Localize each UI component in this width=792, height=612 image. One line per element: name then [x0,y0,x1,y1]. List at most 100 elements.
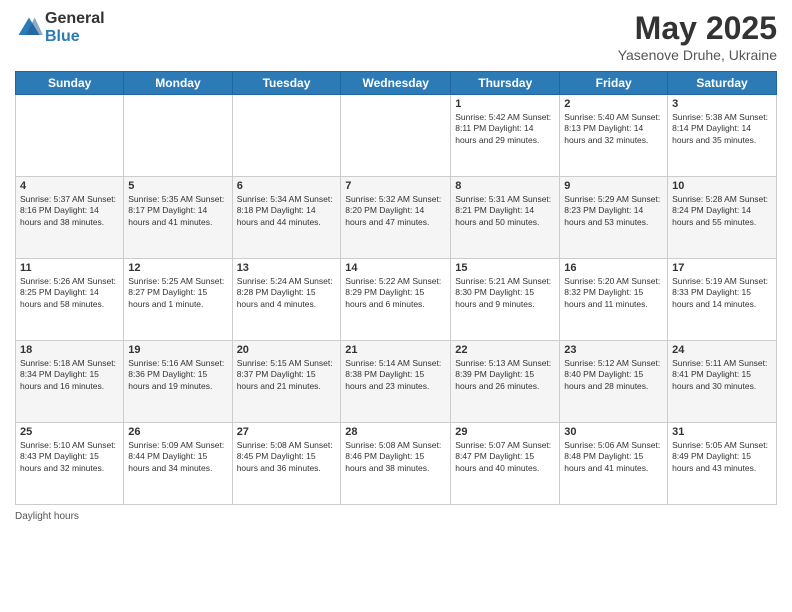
day-info: Sunrise: 5:19 AM Sunset: 8:33 PM Dayligh… [672,276,772,310]
day-info: Sunrise: 5:06 AM Sunset: 8:48 PM Dayligh… [564,440,663,474]
col-saturday: Saturday [668,72,777,95]
day-number: 16 [564,262,663,274]
title-block: May 2025 Yasenove Druhe, Ukraine [618,10,777,63]
day-number: 20 [237,344,337,356]
logo-icon [15,14,43,42]
calendar-cell: 19Sunrise: 5:16 AM Sunset: 8:36 PM Dayli… [124,341,232,423]
calendar-cell: 8 Sunrise: 5:31 AM Sunset: 8:21 PM Daylig… [451,177,560,259]
calendar-cell: 11Sunrise: 5:26 AM Sunset: 8:25 PM Dayli… [16,259,124,341]
day-number: 30 [564,426,663,438]
logo: General Blue [15,10,105,46]
day-info: Sunrise: 5:26 AM Sunset: 8:25 PM Dayligh… [20,276,119,310]
col-wednesday: Wednesday [341,72,451,95]
calendar-cell: 28Sunrise: 5:08 AM Sunset: 8:46 PM Dayli… [341,423,451,505]
day-info: Sunrise: 5:32 AM Sunset: 8:20 PM Dayligh… [345,194,446,228]
calendar-cell: 9Sunrise: 5:29 AM Sunset: 8:23 PM Daylig… [560,177,668,259]
calendar-cell: 14 Sunrise: 5:22 AM Sunset: 8:29 PM Dayli… [341,259,451,341]
day-info: Sunrise: 5:38 AM Sunset: 8:14 PM Dayligh… [672,112,772,146]
calendar-cell [341,95,451,177]
calendar-cell: 7Sunrise: 5:32 AM Sunset: 8:20 PM Daylig… [341,177,451,259]
calendar-cell: 18Sunrise: 5:18 AM Sunset: 8:34 PM Dayli… [16,341,124,423]
day-info: Sunrise: 5:12 AM Sunset: 8:40 PM Dayligh… [564,358,663,392]
day-number: 25 [20,426,119,438]
calendar-cell: 29 Sunrise: 5:07 AM Sunset: 8:47 PM Dayli… [451,423,560,505]
calendar-cell: 30 Sunrise: 5:06 AM Sunset: 8:48 PM Dayli… [560,423,668,505]
calendar-week-3: 11Sunrise: 5:26 AM Sunset: 8:25 PM Dayli… [16,259,777,341]
day-number: 5 [128,180,227,192]
day-info: Sunrise: 5:21 AM Sunset: 8:30 PM Dayligh… [455,276,555,310]
day-number: 12 [128,262,227,274]
logo-blue: Blue [45,28,105,46]
day-number: 29 [455,426,555,438]
calendar-cell: 13 Sunrise: 5:24 AM Sunset: 8:28 PM Dayli… [232,259,341,341]
calendar-cell: 21 Sunrise: 5:14 AM Sunset: 8:38 PM Dayli… [341,341,451,423]
day-info: Sunrise: 5:29 AM Sunset: 8:23 PM Dayligh… [564,194,663,228]
day-info: Sunrise: 5:31 AM Sunset: 8:21 PM Dayligh… [455,194,555,228]
day-info: Sunrise: 5:42 AM Sunset: 8:11 PM Dayligh… [455,112,555,146]
day-info: Sunrise: 5:16 AM Sunset: 8:36 PM Dayligh… [128,358,227,392]
day-info: Sunrise: 5:05 AM Sunset: 8:49 PM Dayligh… [672,440,772,474]
day-number: 8 [455,180,555,192]
calendar-week-1: 1 Sunrise: 5:42 AM Sunset: 8:11 PM Daylig… [16,95,777,177]
day-number: 26 [128,426,227,438]
calendar-cell: 12 Sunrise: 5:25 AM Sunset: 8:27 PM Dayli… [124,259,232,341]
calendar-cell: 25 Sunrise: 5:10 AM Sunset: 8:43 PM Dayli… [16,423,124,505]
calendar-cell: 10 Sunrise: 5:28 AM Sunset: 8:24 PM Dayli… [668,177,777,259]
col-sunday: Sunday [16,72,124,95]
day-number: 28 [345,426,446,438]
logo-general: General [45,10,105,28]
calendar-week-2: 4 Sunrise: 5:37 AM Sunset: 8:16 PM Daylig… [16,177,777,259]
day-number: 6 [237,180,337,192]
day-info: Sunrise: 5:09 AM Sunset: 8:44 PM Dayligh… [128,440,227,474]
logo-text: General Blue [45,10,105,46]
day-number: 13 [237,262,337,274]
day-info: Sunrise: 5:14 AM Sunset: 8:38 PM Dayligh… [345,358,446,392]
day-number: 3 [672,98,772,110]
calendar-cell: 6 Sunrise: 5:34 AM Sunset: 8:18 PM Daylig… [232,177,341,259]
day-info: Sunrise: 5:28 AM Sunset: 8:24 PM Dayligh… [672,194,772,228]
calendar-location: Yasenove Druhe, Ukraine [618,47,777,63]
calendar-table: Sunday Monday Tuesday Wednesday Thursday… [15,71,777,505]
day-info: Sunrise: 5:37 AM Sunset: 8:16 PM Dayligh… [20,194,119,228]
calendar-cell: 17Sunrise: 5:19 AM Sunset: 8:33 PM Dayli… [668,259,777,341]
day-number: 18 [20,344,119,356]
day-number: 15 [455,262,555,274]
calendar-cell: 1 Sunrise: 5:42 AM Sunset: 8:11 PM Daylig… [451,95,560,177]
calendar-header-row: Sunday Monday Tuesday Wednesday Thursday… [16,72,777,95]
day-number: 4 [20,180,119,192]
day-info: Sunrise: 5:11 AM Sunset: 8:41 PM Dayligh… [672,358,772,392]
day-number: 24 [672,344,772,356]
calendar-cell: 4 Sunrise: 5:37 AM Sunset: 8:16 PM Daylig… [16,177,124,259]
calendar-cell: 3 Sunrise: 5:38 AM Sunset: 8:14 PM Daylig… [668,95,777,177]
day-info: Sunrise: 5:25 AM Sunset: 8:27 PM Dayligh… [128,276,227,310]
day-info: Sunrise: 5:10 AM Sunset: 8:43 PM Dayligh… [20,440,119,474]
calendar-cell: 15 Sunrise: 5:21 AM Sunset: 8:30 PM Dayli… [451,259,560,341]
day-number: 27 [237,426,337,438]
calendar-week-5: 25 Sunrise: 5:10 AM Sunset: 8:43 PM Dayli… [16,423,777,505]
day-number: 1 [455,98,555,110]
day-info: Sunrise: 5:24 AM Sunset: 8:28 PM Dayligh… [237,276,337,310]
day-info: Sunrise: 5:07 AM Sunset: 8:47 PM Dayligh… [455,440,555,474]
day-number: 2 [564,98,663,110]
calendar-cell: 5 Sunrise: 5:35 AM Sunset: 8:17 PM Daylig… [124,177,232,259]
day-number: 22 [455,344,555,356]
day-info: Sunrise: 5:22 AM Sunset: 8:29 PM Dayligh… [345,276,446,310]
day-number: 14 [345,262,446,274]
day-info: Sunrise: 5:13 AM Sunset: 8:39 PM Dayligh… [455,358,555,392]
col-friday: Friday [560,72,668,95]
calendar-cell: 2Sunrise: 5:40 AM Sunset: 8:13 PM Daylig… [560,95,668,177]
day-info: Sunrise: 5:15 AM Sunset: 8:37 PM Dayligh… [237,358,337,392]
calendar-cell [124,95,232,177]
page: General Blue May 2025 Yasenove Druhe, Uk… [0,0,792,612]
day-info: Sunrise: 5:20 AM Sunset: 8:32 PM Dayligh… [564,276,663,310]
calendar-cell: 20 Sunrise: 5:15 AM Sunset: 8:37 PM Dayli… [232,341,341,423]
day-info: Sunrise: 5:34 AM Sunset: 8:18 PM Dayligh… [237,194,337,228]
day-number: 10 [672,180,772,192]
calendar-cell [16,95,124,177]
day-number: 23 [564,344,663,356]
day-number: 21 [345,344,446,356]
calendar-cell: 23 Sunrise: 5:12 AM Sunset: 8:40 PM Dayli… [560,341,668,423]
day-info: Sunrise: 5:35 AM Sunset: 8:17 PM Dayligh… [128,194,227,228]
day-info: Sunrise: 5:08 AM Sunset: 8:45 PM Dayligh… [237,440,337,474]
footer: Daylight hours [15,511,777,522]
